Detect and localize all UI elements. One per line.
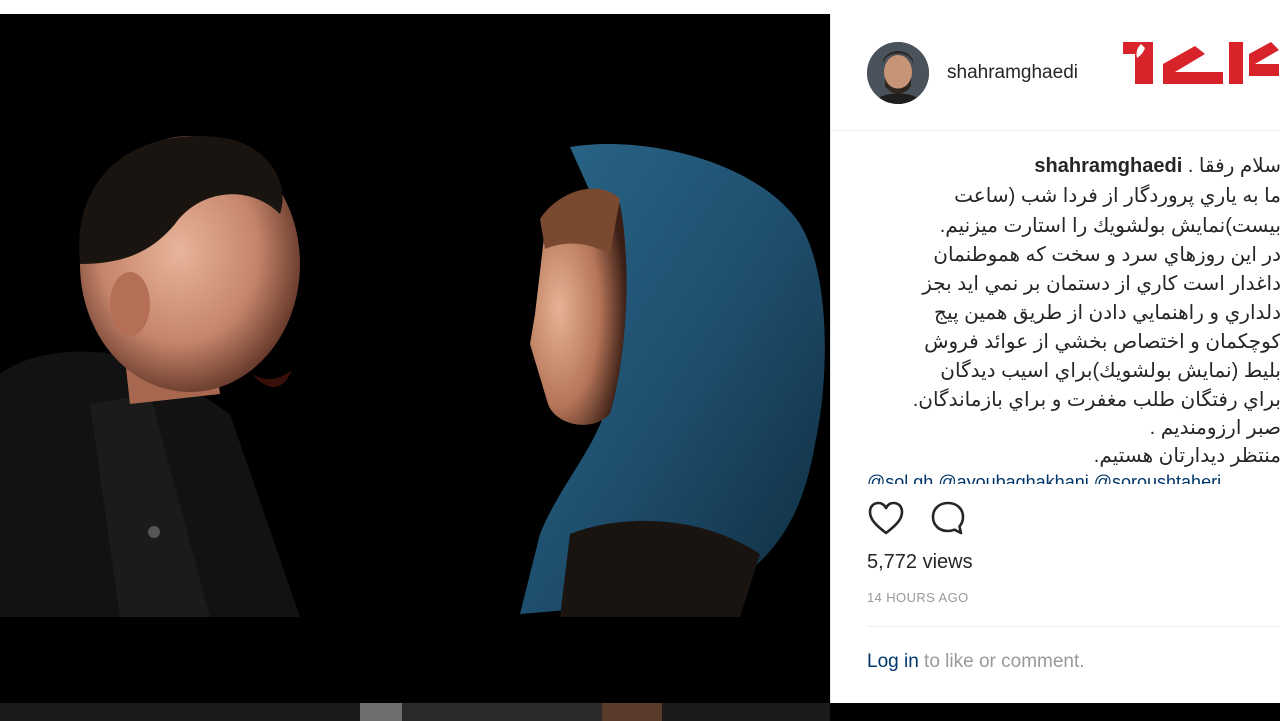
post-side-panel: shahramghaedi shahramghaedi سلام رفقا . … <box>830 14 1280 703</box>
photo-artwork <box>0 135 825 617</box>
header-username[interactable]: shahramghaedi <box>947 62 1078 84</box>
comment-icon[interactable] <box>929 500 967 536</box>
mention-link[interactable]: @ayoubaghakhani <box>938 472 1088 484</box>
caption-line: براي رفتگان طلب مغفرت و براي بازماندگان. <box>912 389 1280 411</box>
caption-line: صبر ارزومنديم . <box>1149 417 1280 439</box>
top-white-strip <box>0 0 1280 14</box>
login-prompt-text: to like or comment. <box>918 651 1085 672</box>
caption-line: بليط (نمايش بولشويك)براي اسيب ديدگان <box>940 360 1280 382</box>
post-header: shahramghaedi <box>831 14 1280 131</box>
caption-mentions: @sol.gh @ayoubaghakhani @soroushtaheri <box>867 472 1221 484</box>
avatar-image <box>867 42 929 104</box>
caption-line: داغدار است كاري از دستمان بر نمي ايد بجز <box>922 273 1280 295</box>
post-timestamp[interactable]: 14 HOURS AGO <box>867 590 969 605</box>
view-count: 5,772 views <box>867 551 973 573</box>
post-photo[interactable] <box>0 14 830 617</box>
thumbnail-segment <box>602 703 662 721</box>
avatar[interactable] <box>867 42 929 104</box>
post-caption: shahramghaedi سلام رفقا . ما به ياري پرو… <box>867 154 1280 484</box>
caption-line: منتظر ديدارتان هستيم. <box>1093 445 1280 467</box>
heart-icon[interactable] <box>867 500 905 536</box>
mention-link[interactable]: @soroushtaheri <box>1094 472 1221 484</box>
caption-line: كوچكمان و اختصاص بخشي از عوائد فروش <box>924 331 1280 353</box>
divider <box>867 626 1280 627</box>
thumbnail-segment <box>402 703 602 721</box>
login-link[interactable]: Log in <box>867 651 919 672</box>
bottom-thumbnail-strip <box>0 703 830 721</box>
caption-line: دلداري و راهنمايي دادن از طريق همين پيج <box>934 302 1280 324</box>
login-prompt: Log in to like or comment. <box>867 651 1085 673</box>
thumbnail-segment <box>360 703 402 721</box>
caption-line: ما به ياري پروردگار از فردا شب (ساعت <box>954 185 1280 207</box>
caption-line: بيست)نمايش بولشويك را استارت ميزنيم. <box>939 215 1280 237</box>
caption-opening: سلام رفقا . <box>1187 155 1280 177</box>
caption-username[interactable]: shahramghaedi <box>1034 155 1182 177</box>
mention-link[interactable]: @sol.gh <box>867 472 933 484</box>
caption-line: در اين روزهاي سرد و سخت كه هموطنمان <box>933 244 1280 266</box>
caption-first-line: shahramghaedi سلام رفقا . <box>1034 154 1280 178</box>
rokna-logo <box>1113 24 1280 96</box>
